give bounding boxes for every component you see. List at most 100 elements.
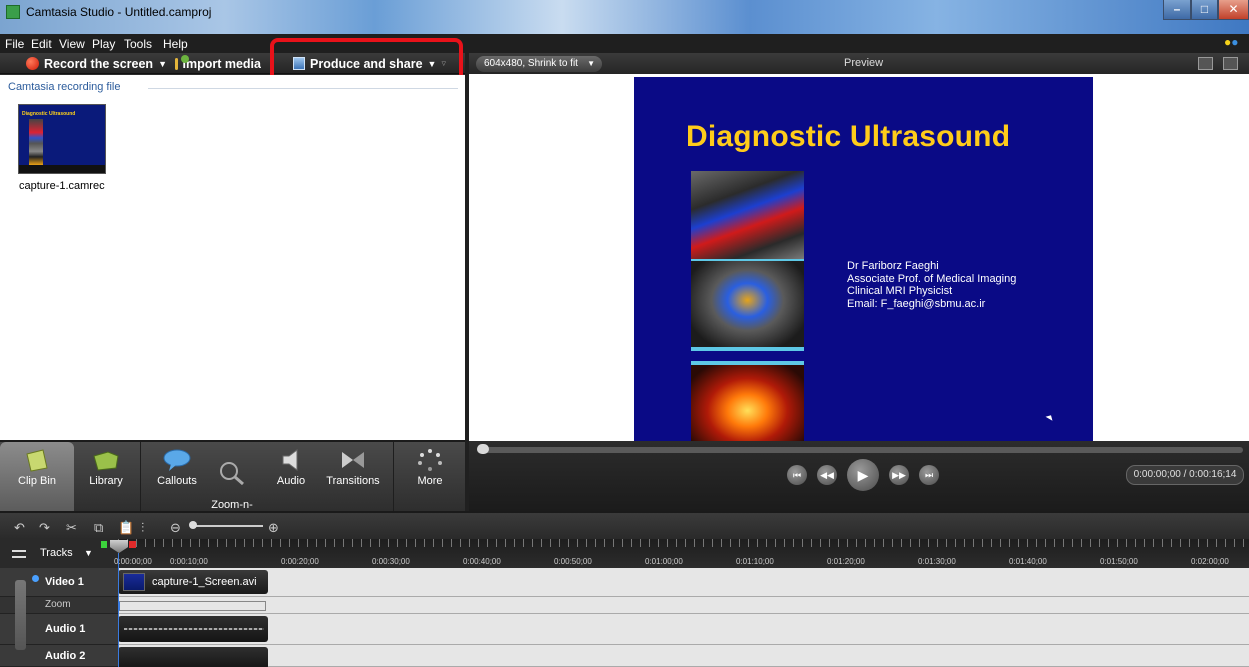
play-icon[interactable]: ▶ <box>847 459 879 491</box>
menu-bar: File Edit View Play Tools Help ●● <box>0 34 1249 53</box>
tab-library[interactable]: Library <box>74 442 138 511</box>
callout-bubble-icon <box>163 449 191 471</box>
tracks-label: Tracks <box>40 547 73 559</box>
ultrasound-image-1 <box>691 171 804 259</box>
preview-slide: Diagnostic Ultrasound Dr Fariborz Faeghi… <box>634 77 1093 441</box>
clip-thumbnail[interactable]: Diagnostic Ultrasound <box>18 104 106 174</box>
menu-play[interactable]: Play <box>92 37 115 51</box>
title-bar: Camtasia Studio - Untitled.camproj – □ ✕ <box>0 0 1249 34</box>
paste-icon[interactable]: 📋 <box>118 520 134 536</box>
redo-icon[interactable]: ↷ <box>39 520 50 536</box>
record-screen-button[interactable]: Record the screen ▼ <box>26 55 167 72</box>
slide-line: Clinical MRI Physicist <box>847 285 953 297</box>
zoom-lane[interactable] <box>118 597 1249 614</box>
menu-view[interactable]: View <box>59 37 85 51</box>
audio-lane[interactable] <box>118 614 1249 645</box>
ruler-label: 0:00:00;00 <box>114 557 152 566</box>
menu-edit[interactable]: Edit <box>31 37 52 51</box>
tab-zoom-n-pan[interactable]: Zoom-n- Pan <box>206 442 258 524</box>
slide-line: Dr Fariborz Faeghi <box>847 260 939 272</box>
import-media-button[interactable]: Import media <box>175 55 261 72</box>
seek-bar[interactable] <box>477 447 1243 453</box>
copy-icon[interactable]: ⧉ <box>94 520 103 536</box>
zoom-out-icon[interactable]: ⊖ <box>170 520 181 536</box>
selection-end-marker[interactable] <box>129 541 136 548</box>
zoom-in-icon[interactable]: ⊕ <box>268 520 279 536</box>
close-button[interactable]: ✕ <box>1218 0 1249 20</box>
menu-file[interactable]: File <box>5 37 24 51</box>
ruler-label: 0:00:20;00 <box>281 557 319 566</box>
slide-title: Diagnostic Ultrasound <box>686 120 1011 153</box>
video-lane[interactable]: capture-1_Screen.avi <box>118 568 1249 597</box>
timeline-toolbar: ↶ ↷ ✂ ⧉ 📋 ⫶ ⊖ ⊕ <box>0 511 1249 539</box>
tab-transitions[interactable]: Transitions <box>320 442 386 511</box>
fit-view-icon[interactable] <box>1198 57 1213 70</box>
tips-icon[interactable]: ●● <box>1224 35 1239 49</box>
image-divider <box>691 347 804 351</box>
video-clip[interactable]: capture-1_Screen.avi <box>118 570 268 594</box>
audio2-clip[interactable] <box>118 647 268 667</box>
seek-handle[interactable] <box>477 444 489 454</box>
slide-line: Email: F_faeghi@sbmu.ac.ir <box>847 297 986 310</box>
group-divider <box>148 88 458 89</box>
preview-label: Preview <box>844 57 884 69</box>
task-tabs: Clip Bin Library Callouts Zoom-n- Pan Au… <box>0 442 465 524</box>
timeline-ruler[interactable]: 0:00:00;00 0:00:10;00 0:00:20;00 0:00:30… <box>114 539 1249 568</box>
ruler-label: 0:01:30;00 <box>918 557 956 566</box>
camtasia-window: Camtasia Studio - Untitled.camproj – □ ✕… <box>0 0 1249 667</box>
zoom-region[interactable] <box>118 601 266 611</box>
zoom-slider[interactable] <box>193 525 263 527</box>
ruler-label: 0:00:10;00 <box>170 557 208 566</box>
cut-icon[interactable]: ✂ <box>66 520 77 536</box>
slide-line: Associate Prof. of Medical Imaging <box>847 272 1017 285</box>
tab-label: Clip Bin <box>18 475 56 487</box>
preview-canvas[interactable]: Diagnostic Ultrasound Dr Fariborz Faeghi… <box>469 74 1249 441</box>
tab-separator <box>140 442 141 511</box>
thumb-title: Diagnostic Ultrasound <box>22 111 76 117</box>
maximize-button[interactable]: □ <box>1191 0 1218 20</box>
tab-audio[interactable]: Audio <box>268 442 314 511</box>
tab-label: Audio <box>276 475 306 487</box>
audio-clip[interactable] <box>118 616 268 642</box>
track-lock-icon[interactable] <box>15 580 26 650</box>
clip-bin-icon <box>26 449 48 472</box>
library-icon <box>93 451 119 471</box>
zoom-slider-handle[interactable] <box>189 521 197 529</box>
clip-file-name[interactable]: capture-1.camrec <box>19 180 105 192</box>
menu-help[interactable]: Help <box>163 37 188 51</box>
detach-preview-icon[interactable] <box>1223 57 1238 70</box>
split-icon[interactable]: ⫶ <box>141 520 144 536</box>
ruler-label: 0:01:50;00 <box>1100 557 1138 566</box>
preview-size-select[interactable]: 604x480, Shrink to fit ▼ <box>476 56 602 72</box>
speaker-icon <box>282 449 298 471</box>
step-forward-icon[interactable]: ⏭ <box>919 465 939 485</box>
ruler-label: 0:01:00;00 <box>645 557 683 566</box>
minimize-button[interactable]: – <box>1163 0 1191 20</box>
preview-header: 604x480, Shrink to fit ▼ Preview <box>469 53 1249 74</box>
selection-start-marker[interactable] <box>101 541 107 548</box>
window-title: Camtasia Studio - Untitled.camproj <box>26 5 212 19</box>
ultrasound-image-3 <box>691 365 804 441</box>
tab-callouts[interactable]: Callouts <box>150 442 204 511</box>
rewind-icon[interactable]: ◀◀ <box>817 465 837 485</box>
step-back-icon[interactable]: ⏮ <box>787 465 807 485</box>
audio-waveform <box>124 628 264 630</box>
audio2-lane[interactable] <box>118 645 1249 667</box>
clip-name: capture-1_Screen.avi <box>152 576 257 588</box>
tab-label: Library <box>89 475 123 487</box>
ultrasound-image-2 <box>691 261 804 348</box>
tab-more[interactable]: More <box>400 442 460 511</box>
fast-forward-icon[interactable]: ▶▶ <box>889 465 909 485</box>
tab-clip-bin[interactable]: Clip Bin <box>0 442 74 511</box>
cursor-icon <box>1045 413 1055 421</box>
clip-group-label: Camtasia recording file <box>8 81 121 93</box>
thumb-strip <box>19 165 105 173</box>
timecode-display: 0:00:00;00 / 0:00:16;14 <box>1126 465 1244 485</box>
record-icon <box>26 57 39 70</box>
track-name: Audio 1 <box>45 623 86 635</box>
import-label: Import media <box>182 56 262 71</box>
tracks-icon <box>12 550 26 558</box>
undo-icon[interactable]: ↶ <box>14 520 25 536</box>
magnifier-icon <box>220 462 244 485</box>
menu-tools[interactable]: Tools <box>124 37 152 51</box>
